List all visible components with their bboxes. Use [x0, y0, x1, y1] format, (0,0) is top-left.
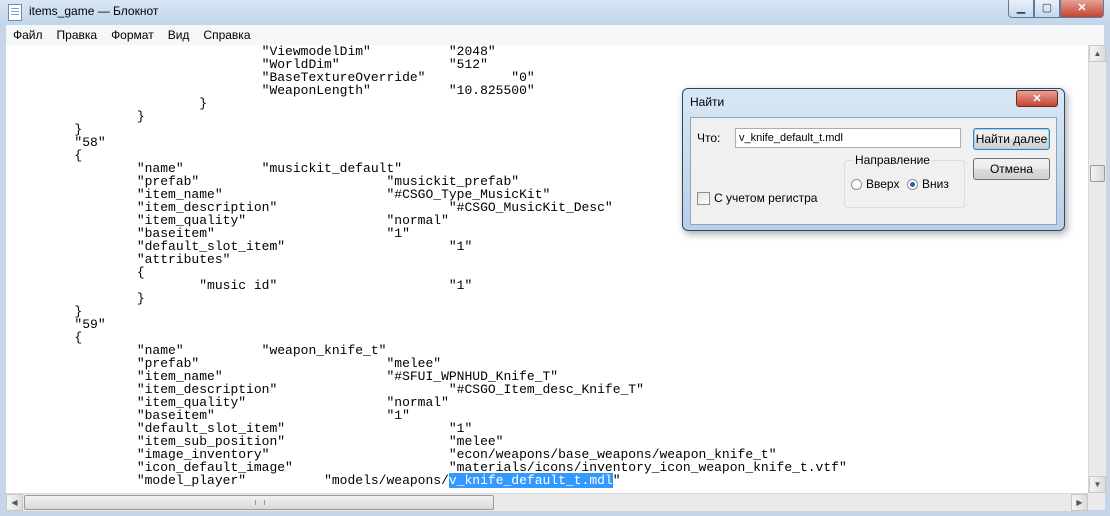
close-button[interactable]: ✕ [1060, 0, 1104, 18]
scroll-left-arrow-icon[interactable]: ◀ [6, 494, 23, 511]
direction-up-option[interactable]: Вверх [851, 177, 899, 191]
horizontal-scrollbar[interactable]: ◀ ▶ [6, 493, 1088, 511]
match-case-label: С учетом регистра [714, 191, 818, 205]
menu-bar: Файл Правка Формат Вид Справка [6, 25, 1104, 46]
direction-down-option[interactable]: Вниз [907, 177, 949, 191]
window-controls: ▁ ▢ ✕ [1008, 0, 1104, 18]
maximize-button[interactable]: ▢ [1034, 0, 1060, 18]
selected-text: v_knife_default_t.mdl [448, 473, 613, 488]
direction-up-radio[interactable] [851, 178, 862, 190]
direction-group-title: Направление [853, 153, 932, 167]
minimize-button[interactable]: ▁ [1008, 0, 1034, 18]
vertical-scroll-thumb[interactable] [1090, 165, 1105, 182]
direction-up-label: Вверх [866, 177, 900, 191]
scroll-right-arrow-icon[interactable]: ▶ [1071, 494, 1088, 511]
find-next-button[interactable]: Найти далее [973, 128, 1050, 150]
menu-format[interactable]: Формат [104, 25, 161, 45]
horizontal-scroll-thumb[interactable] [24, 495, 494, 510]
match-case-checkbox[interactable] [697, 191, 710, 205]
editor-text-after: " [612, 473, 621, 488]
menu-view[interactable]: Вид [161, 25, 197, 45]
window-titlebar[interactable]: items_game — Блокнот ▁ ▢ ✕ [0, 0, 1110, 25]
window-title: items_game — Блокнот [29, 4, 159, 18]
find-dialog: Найти ✕ Что: Найти далее Отмена С учетом… [682, 88, 1065, 231]
cancel-button[interactable]: Отмена [973, 158, 1050, 180]
notepad-icon [8, 4, 22, 21]
find-dialog-body: Что: Найти далее Отмена С учетом регистр… [690, 117, 1057, 225]
find-what-label: Что: [697, 131, 721, 145]
direction-group: Направление Вверх Вниз [844, 153, 965, 208]
find-dialog-close-button[interactable]: ✕ [1016, 90, 1058, 107]
size-grip [1088, 493, 1105, 510]
vertical-scrollbar[interactable]: ▲ ▼ [1088, 45, 1106, 493]
match-case-option[interactable]: С учетом регистра [697, 191, 817, 205]
direction-down-radio[interactable] [907, 178, 918, 190]
menu-file[interactable]: Файл [6, 25, 50, 45]
scroll-up-arrow-icon[interactable]: ▲ [1089, 45, 1106, 62]
menu-edit[interactable]: Правка [50, 25, 105, 45]
direction-down-label: Вниз [922, 177, 949, 191]
find-dialog-title: Найти [690, 95, 725, 109]
scroll-down-arrow-icon[interactable]: ▼ [1089, 476, 1106, 493]
menu-help[interactable]: Справка [196, 25, 257, 45]
find-what-input[interactable] [735, 128, 961, 148]
